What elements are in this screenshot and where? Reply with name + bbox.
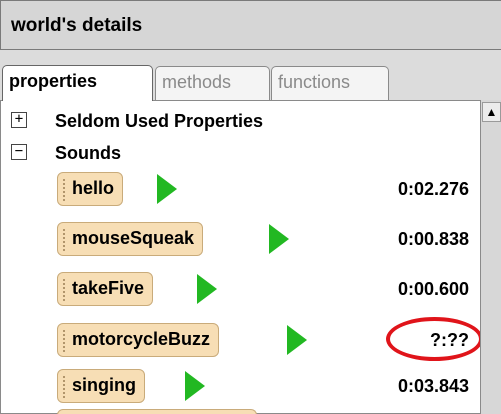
tab-row: properties methods functions xyxy=(0,50,501,101)
sound-tile-mousesqueak[interactable]: mouseSqueak xyxy=(57,222,204,256)
grip-icon xyxy=(62,329,67,353)
sound-row-mousesqueak: mouseSqueak 0:00.838 xyxy=(1,222,481,264)
sound-name: mouseSqueak xyxy=(72,228,195,248)
play-icon[interactable] xyxy=(157,174,177,204)
sound-tile-partial[interactable] xyxy=(57,409,257,414)
sound-duration: 0:00.600 xyxy=(397,279,469,299)
sound-name: hello xyxy=(72,178,115,198)
arrow-up-icon[interactable]: ▲ xyxy=(482,102,501,122)
grip-icon xyxy=(62,375,67,399)
group-seldom-used-properties[interactable]: Seldom Used Properties xyxy=(55,111,263,132)
sound-duration: 0:00.838 xyxy=(397,229,469,249)
grip-icon xyxy=(62,228,67,252)
sound-row-takefive: takeFive 0:00.600 xyxy=(1,272,481,314)
sound-row-hello: hello 0:02.276 xyxy=(1,172,481,214)
vertical-scrollbar[interactable]: ▲ xyxy=(480,100,501,414)
sound-duration: 0:03.843 xyxy=(397,376,469,396)
play-icon[interactable] xyxy=(197,274,217,304)
sound-duration: 0:02.276 xyxy=(397,179,469,199)
play-icon[interactable] xyxy=(185,371,205,401)
details-panel: world's details properties methods funct… xyxy=(0,0,501,414)
plus-icon[interactable]: + xyxy=(11,112,27,128)
sound-name: motorcycleBuzz xyxy=(72,329,211,349)
sound-row-singing: singing 0:03.843 xyxy=(1,369,481,411)
group-sounds[interactable]: Sounds xyxy=(55,143,121,164)
grip-icon xyxy=(62,278,67,302)
sound-name: takeFive xyxy=(72,278,145,298)
tab-methods[interactable]: methods xyxy=(155,66,270,100)
highlight-ring xyxy=(386,317,483,361)
sound-name: singing xyxy=(72,375,136,395)
tab-properties[interactable]: properties xyxy=(2,65,153,101)
tab-functions[interactable]: functions xyxy=(271,66,389,100)
sound-tile-takefive[interactable]: takeFive xyxy=(57,272,154,306)
panel-title: world's details xyxy=(11,15,143,36)
panel-title-bar: world's details xyxy=(0,0,501,50)
properties-list: + Seldom Used Properties − Sounds hello … xyxy=(0,100,480,414)
sound-tile-singing[interactable]: singing xyxy=(57,369,145,403)
grip-icon xyxy=(62,178,67,202)
minus-icon[interactable]: − xyxy=(11,144,27,160)
play-icon[interactable] xyxy=(269,224,289,254)
play-icon[interactable] xyxy=(287,325,307,355)
sound-tile-hello[interactable]: hello xyxy=(57,172,124,206)
sound-tile-motorcyclebuzz[interactable]: motorcycleBuzz xyxy=(57,323,220,357)
